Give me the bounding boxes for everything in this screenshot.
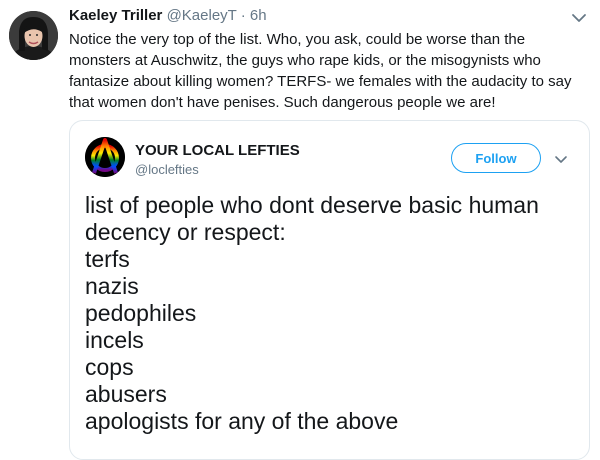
author-avatar[interactable] (9, 11, 58, 60)
anarchy-rainbow-logo[interactable] (85, 137, 125, 177)
list-item: apologists for any of the above (85, 408, 399, 434)
quoted-tweet-card[interactable]: YOUR LOCAL LEFTIES @loclefties Follow li… (69, 120, 590, 460)
list-item: pedophiles (85, 300, 197, 326)
list-line: list of people who dont deserve basic hu… (85, 192, 539, 218)
quoted-tweet-text: list of people who dont deserve basic hu… (85, 192, 580, 435)
tweet-text: Notice the very top of the list. Who, yo… (69, 31, 572, 111)
chevron-down-icon[interactable] (554, 152, 568, 163)
author-handle[interactable]: @KaeleyT (167, 7, 237, 24)
chevron-down-icon[interactable] (569, 11, 589, 25)
list-item: cops (85, 354, 134, 380)
tweet-header: Kaeley Triller @KaeleyT · 6h (69, 7, 267, 24)
list-line: decency or respect: (85, 219, 286, 245)
tweet-timestamp[interactable]: 6h (250, 7, 267, 24)
separator-dot: · (236, 7, 250, 24)
author-name[interactable]: Kaeley Triller (69, 7, 162, 24)
list-item: terfs (85, 246, 130, 272)
quoted-author-handle[interactable]: @loclefties (135, 162, 199, 177)
list-item: abusers (85, 381, 167, 407)
follow-button[interactable]: Follow (451, 143, 541, 173)
list-item: nazis (85, 273, 139, 299)
list-item: incels (85, 327, 144, 353)
quoted-author-name[interactable]: YOUR LOCAL LEFTIES (135, 142, 300, 159)
